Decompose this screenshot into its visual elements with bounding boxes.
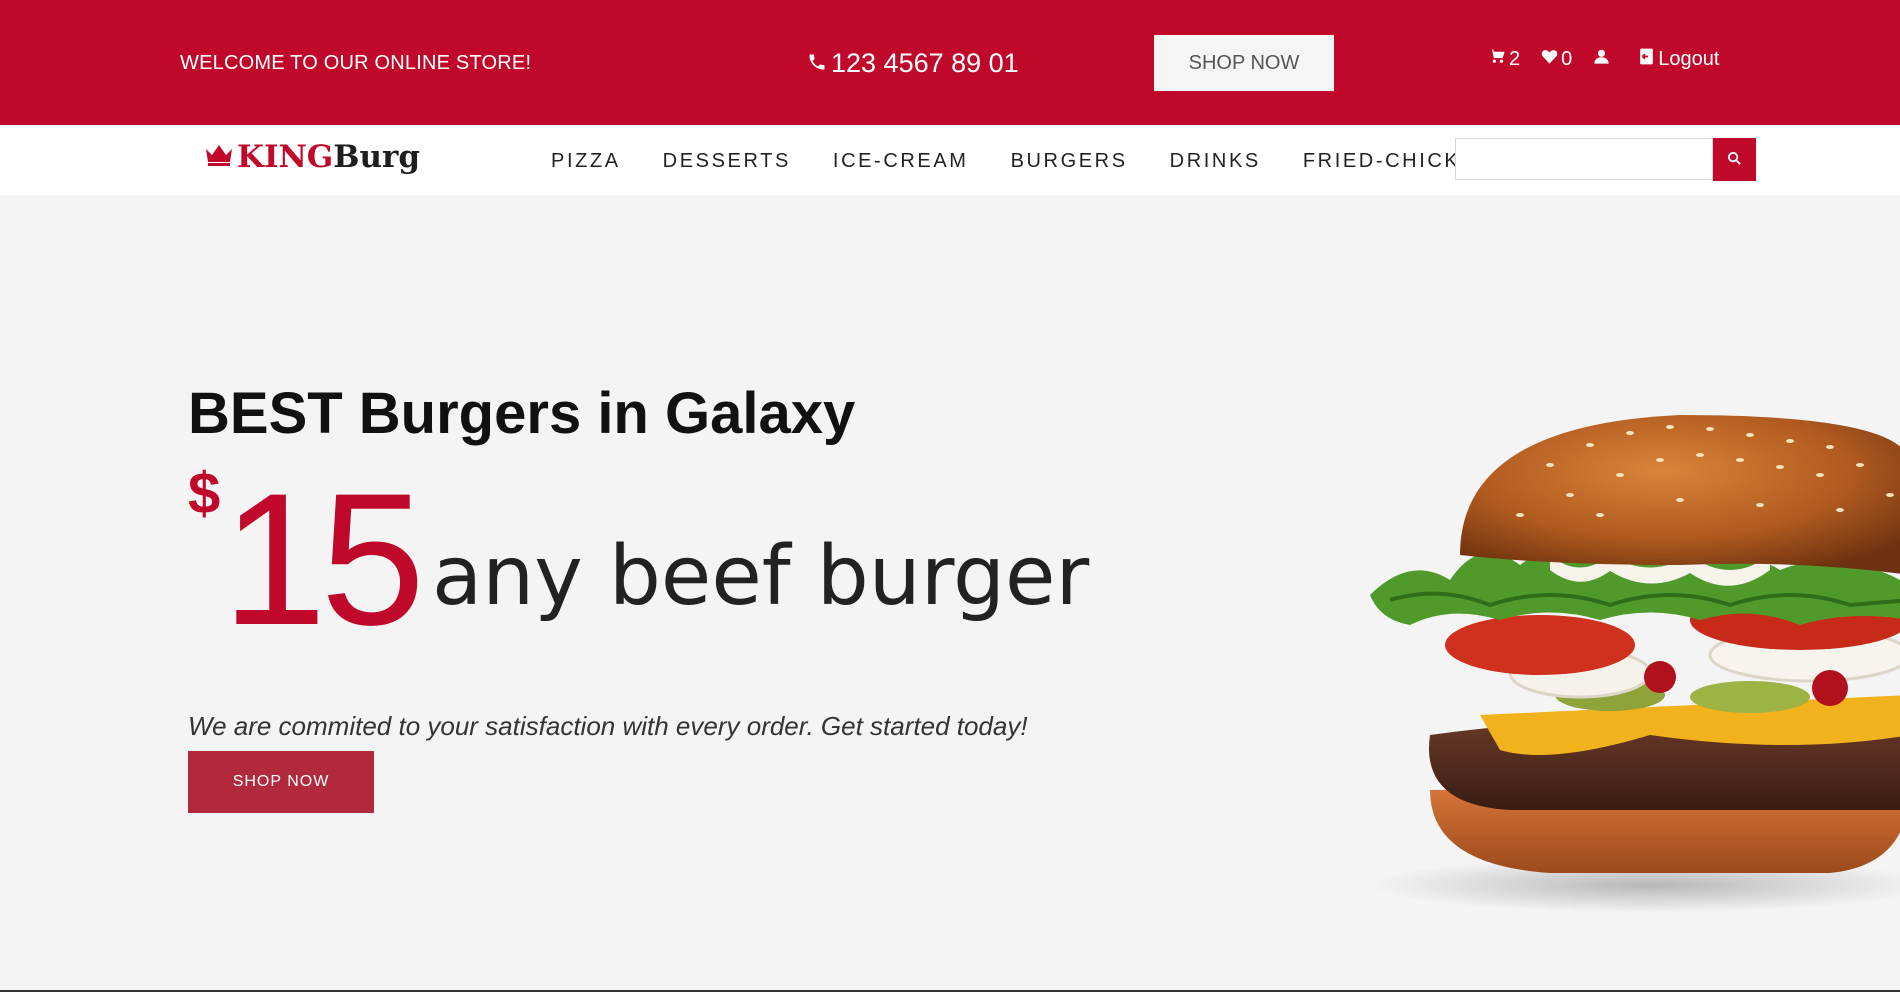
wishlist-icon [1540,47,1559,72]
logout-icon [1637,47,1656,72]
user-icon [1592,47,1611,72]
search-icon [1727,151,1742,169]
site-logo[interactable]: KING Burg [205,139,420,175]
shop-now-top-button[interactable]: SHOP NOW [1154,35,1334,91]
nav-item-ice-cream[interactable]: ICE-CREAM [833,150,969,173]
search-input[interactable] [1455,138,1713,180]
category-nav: PIZZA DESSERTS ICE-CREAM BURGERS DRINKS … [551,150,1535,173]
welcome-message: WELCOME TO OUR ONLINE STORE! [180,52,532,74]
cart-icon [1488,47,1507,72]
phone-contact[interactable]: 123 4567 89 01 [807,48,1019,79]
cart-count: 2 [1509,48,1521,70]
wishlist-count: 0 [1561,48,1573,70]
price-currency: $ [188,461,221,526]
price-description: any beef burger [432,529,1090,624]
logo-text-king: KING [237,139,334,175]
top-bar: WELCOME TO OUR ONLINE STORE! 123 4567 89… [0,0,1900,125]
cart-link[interactable]: 2 [1488,47,1520,72]
account-link[interactable] [1592,47,1611,72]
logout-label: Logout [1658,48,1720,70]
crown-icon [205,144,237,171]
logo-text-burg: Burg [333,139,421,175]
nav-item-burgers[interactable]: BURGERS [1011,150,1128,173]
shop-now-hero-button[interactable]: SHOP NOW [188,751,374,813]
price-value: 15 [222,454,425,664]
logout-link[interactable]: Logout [1637,47,1719,72]
phone-icon [807,48,827,79]
nav-item-drinks[interactable]: DRINKS [1170,150,1261,173]
search-button[interactable] [1713,138,1756,181]
nav-item-desserts[interactable]: DESSERTS [663,150,791,173]
hero-tagline: We are commited to your satisfaction wit… [188,711,1028,741]
burger-image [1350,405,1900,925]
nav-item-pizza[interactable]: PIZZA [551,150,621,173]
main-navbar: KING Burg PIZZA DESSERTS ICE-CREAM BURGE… [0,125,1900,195]
wishlist-link[interactable]: 0 [1540,47,1572,72]
phone-number: 123 4567 89 01 [831,48,1019,78]
hero-title: BEST Burgers in Galaxy [188,381,856,446]
hero-banner: BEST Burgers in Galaxy $ 15 any beef bur… [0,195,1900,990]
user-actions: 2 0 Logout [1488,47,1719,72]
